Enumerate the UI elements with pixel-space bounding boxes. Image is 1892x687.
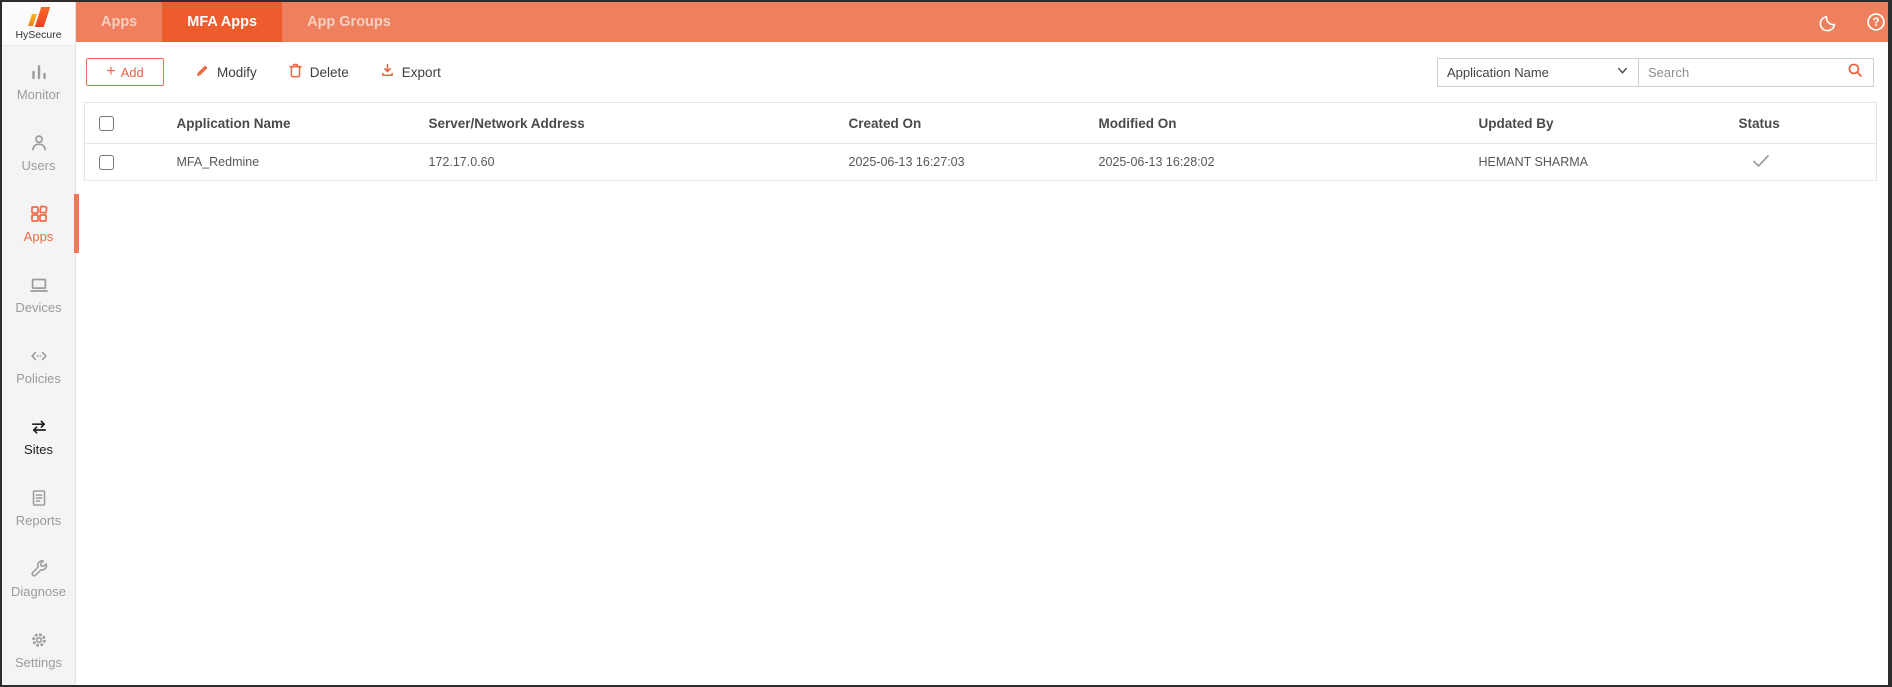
tab-app-groups[interactable]: App Groups: [282, 2, 416, 42]
search-box: [1639, 57, 1874, 87]
column-header-modified-on: Modified On: [1084, 102, 1465, 144]
download-icon: [379, 62, 396, 82]
mfa-apps-table: Application Name Server/Network Address …: [84, 102, 1877, 181]
bar-chart-icon: [29, 62, 49, 82]
column-header-updated-by: Updated By: [1464, 102, 1725, 144]
content-panel: + Add Modify Delete Export Application N…: [76, 42, 1888, 685]
search-input[interactable]: [1648, 64, 1846, 80]
brand-logo[interactable]: HySecure: [2, 2, 76, 46]
sidebar-item-label: Users: [21, 157, 56, 173]
filter-field-select[interactable]: Application Name: [1437, 57, 1639, 87]
sidebar-item-users[interactable]: Users: [2, 117, 75, 188]
swap-arrows-icon: [29, 417, 49, 437]
filter-search-group: Application Name: [1437, 57, 1874, 87]
cell-modified-on: 2025-06-13 16:28:02: [1084, 143, 1465, 181]
wrench-icon: [29, 559, 49, 579]
column-header-status: Status: [1724, 102, 1877, 144]
cell-created-on: 2025-06-13 16:27:03: [834, 143, 1085, 181]
sidebar-item-label: Reports: [15, 512, 62, 528]
tab-apps[interactable]: Apps: [76, 2, 162, 42]
sidebar-item-label: Monitor: [16, 86, 61, 102]
trash-icon: [287, 62, 304, 82]
cell-application-name: MFA_Redmine: [162, 143, 415, 181]
sidebar-item-reports[interactable]: Reports: [2, 472, 75, 543]
moon-icon[interactable]: [1818, 12, 1839, 33]
help-icon[interactable]: ?: [1865, 11, 1887, 33]
table-row[interactable]: MFA_Redmine 172.17.0.60 2025-06-13 16:27…: [84, 143, 1877, 181]
code-brackets-icon: [29, 346, 49, 366]
column-header-application-name: Application Name: [162, 102, 415, 144]
topbar-actions: ?: [1818, 2, 1888, 42]
hysecure-logo-icon: [27, 6, 51, 27]
tab-mfa-apps[interactable]: MFA Apps: [162, 2, 283, 42]
laptop-icon: [29, 275, 49, 295]
select-all-checkbox[interactable]: [99, 115, 114, 131]
sidebar-item-monitor[interactable]: Monitor: [2, 46, 75, 117]
pencil-icon: [194, 62, 211, 82]
main-area: Apps MFA Apps App Groups ? + Add Modify …: [76, 2, 1888, 685]
sidebar-item-devices[interactable]: Devices: [2, 259, 75, 330]
row-checkbox[interactable]: [99, 154, 114, 170]
sidebar-item-label: Sites: [24, 441, 53, 457]
export-button[interactable]: Export: [379, 62, 441, 82]
plus-icon: +: [106, 63, 116, 80]
sidebar-item-label: Devices: [15, 299, 62, 315]
sidebar-item-label: Apps: [23, 228, 54, 244]
sidebar: HySecure Monitor Users Apps Devices Poli…: [2, 2, 79, 685]
cell-status: [1724, 143, 1877, 181]
hysecure-window: HySecure Monitor Users Apps Devices Poli…: [0, 0, 1892, 687]
delete-button[interactable]: Delete: [287, 62, 349, 82]
gear-icon: [29, 630, 49, 650]
document-icon: [29, 488, 49, 508]
table-header-row: Application Name Server/Network Address …: [84, 102, 1877, 144]
sidebar-item-apps[interactable]: Apps: [2, 188, 79, 259]
sidebar-item-diagnose[interactable]: Diagnose: [2, 543, 75, 614]
add-button[interactable]: + Add: [86, 58, 164, 86]
user-icon: [29, 133, 49, 153]
toolbar: + Add Modify Delete Export Application N…: [84, 50, 1874, 94]
sidebar-item-settings[interactable]: Settings: [2, 614, 75, 685]
column-header-server-address: Server/Network Address: [414, 102, 835, 144]
chevron-down-icon: [1616, 64, 1629, 80]
cell-updated-by: HEMANT SHARMA: [1464, 143, 1725, 181]
topbar: Apps MFA Apps App Groups ?: [76, 2, 1888, 42]
search-icon[interactable]: [1846, 61, 1864, 84]
sidebar-item-label: Settings: [15, 654, 62, 670]
app-grid-icon: [29, 204, 49, 224]
status-check-icon: [1739, 153, 1771, 172]
modify-button[interactable]: Modify: [194, 62, 257, 82]
sidebar-item-policies[interactable]: Policies: [2, 330, 75, 401]
sidebar-nav: Monitor Users Apps Devices Policies Site…: [2, 46, 79, 685]
svg-text:?: ?: [1872, 17, 1879, 29]
sidebar-item-label: Diagnose: [11, 583, 66, 599]
tab-bar: Apps MFA Apps App Groups: [76, 2, 416, 42]
cell-server-address: 172.17.0.60: [414, 143, 835, 181]
brand-name: HySecure: [15, 28, 62, 41]
sidebar-item-label: Policies: [16, 370, 61, 386]
column-header-created-on: Created On: [834, 102, 1085, 144]
sidebar-item-sites[interactable]: Sites: [2, 401, 75, 472]
